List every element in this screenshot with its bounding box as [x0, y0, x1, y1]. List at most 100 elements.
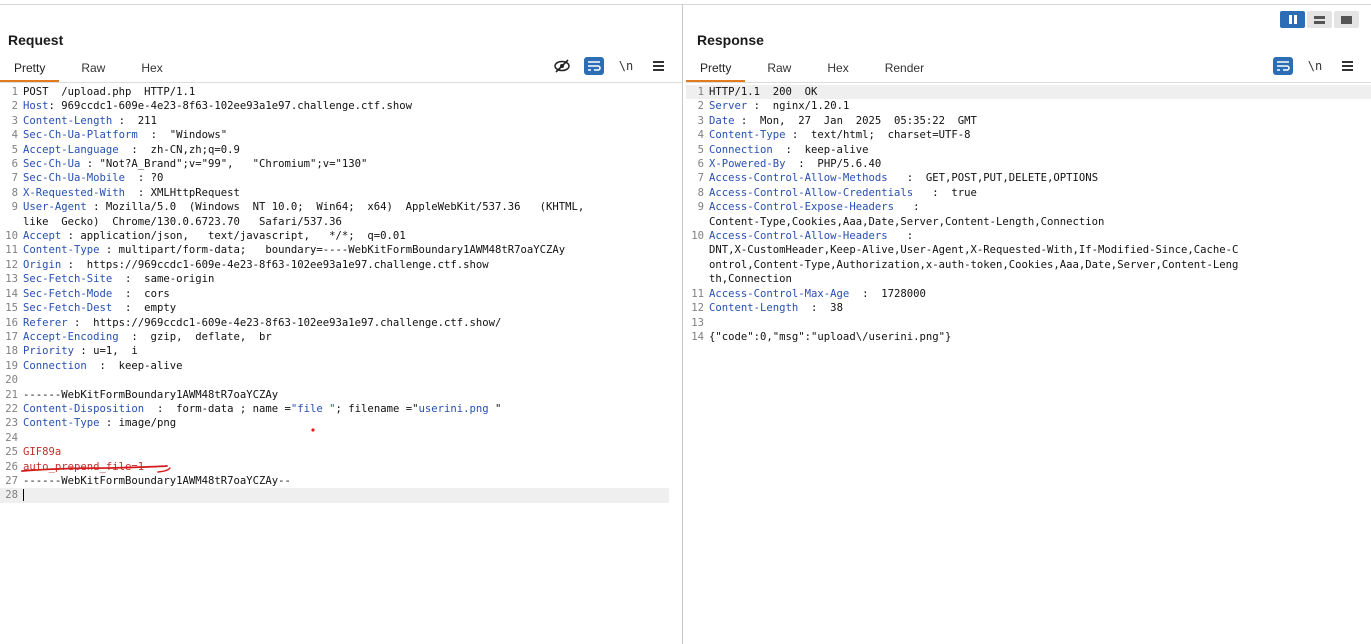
word-wrap-icon[interactable] [584, 57, 604, 75]
code-line: 24 [0, 431, 682, 445]
body-token: GIF89a [23, 446, 62, 459]
line-content: Connection : keep-alive [709, 143, 868, 157]
code-line: 17 Accept-Encoding : gzip, deflate, br [0, 330, 682, 344]
show-newlines-toggle[interactable]: \n [616, 57, 636, 75]
header-name: Accept-Encoding [23, 330, 119, 343]
code-line: 12 Origin : https://969ccdc1-609e-4e23-8f… [0, 258, 682, 272]
line-content: Sec-Fetch-Mode : cors [23, 287, 170, 301]
line-number: 12 [5, 258, 18, 271]
line-content: Accept : application/json, text/javascri… [23, 229, 406, 243]
code-text: : XMLHttpRequest [125, 186, 240, 199]
line-content: GIF89a [23, 445, 61, 459]
code-line: ontrol,Content-Type,Authorization,x-auth… [686, 258, 1371, 272]
line-content: Access-Control-Allow-Credentials : true [709, 186, 977, 200]
code-line: 8 X-Requested-With : XMLHttpRequest [0, 186, 682, 200]
line-number: 10 [691, 230, 704, 243]
line-number [686, 258, 709, 272]
code-text: : application/json, text/javascript, */*… [61, 230, 406, 243]
header-name: Sec-Fetch-Site [23, 273, 113, 286]
code-text: : 211 [112, 114, 157, 127]
line-content: User-Agent : Mozilla/5.0 (Windows NT 10.… [23, 200, 584, 214]
header-name: Access-Control-Allow-Credentials [709, 186, 914, 199]
header-name: Accept [23, 230, 62, 243]
line-number: 6 [11, 158, 18, 171]
code-line: 23 Content-Type : image/png [0, 416, 682, 430]
line-number: 12 [691, 302, 704, 315]
code-text: : "Not?A_Brand";v="99", "Chromium";v="13… [80, 158, 368, 171]
line-content: ------WebKitFormBoundary1AWM48tR7oaYCZAy [23, 388, 278, 402]
line-content: th,Connection [709, 272, 792, 286]
request-tab-hex[interactable]: Hex [127, 57, 176, 82]
header-name: Priority [23, 345, 75, 358]
code-line: 26 auto_prepend_file=1 [0, 460, 682, 474]
line-number: 19 [5, 359, 18, 372]
show-newlines-toggle[interactable]: \n [1305, 57, 1325, 75]
line-content: Sec-Ch-Ua : "Not?A_Brand";v="99", "Chrom… [23, 157, 367, 171]
code-line: 20 [0, 373, 682, 387]
line-number: 5 [11, 143, 18, 156]
line-content: Content-Type,Cookies,Aaa,Date,Server,Con… [709, 215, 1104, 229]
menu-icon[interactable] [1337, 57, 1357, 75]
code-line: 22 Content-Disposition : form-data ; name… [0, 402, 682, 416]
code-line: 6 Sec-Ch-Ua : "Not?A_Brand";v="99", "Chro… [0, 157, 682, 171]
code-text: : gzip, deflate, br [118, 330, 272, 343]
line-number: 15 [5, 302, 18, 315]
line-number: 11 [691, 287, 704, 300]
line-content: Date : Mon, 27 Jan 2025 05:35:22 GMT [709, 114, 977, 128]
line-content: Access-Control-Max-Age : 1728000 [709, 287, 926, 301]
line-number: 16 [5, 316, 18, 329]
code-line: 3 Content-Length : 211 [0, 114, 682, 128]
header-name: X-Powered-By [709, 158, 786, 171]
code-text: : keep-alive [86, 359, 183, 372]
code-text: DNT,X-CustomHeader,Keep-Alive,User-Agent… [709, 244, 1239, 257]
pane-divider[interactable] [682, 4, 683, 644]
hide-nonprinting-eye-slash-icon[interactable] [552, 57, 572, 75]
header-name: Sec-Fetch-Dest [23, 302, 113, 315]
word-wrap-icon[interactable] [1273, 57, 1293, 75]
line-content: Content-Type : multipart/form-data; boun… [23, 243, 565, 257]
response-tab-render[interactable]: Render [871, 57, 938, 82]
line-number [686, 243, 709, 257]
code-line: 12 Content-Length : 38 [686, 301, 1371, 315]
header-name: Access-Control-Expose-Headers [709, 201, 894, 214]
line-number: 2 [11, 100, 18, 113]
code-text: : https://969ccdc1-609e-4e23-8f63-102ee9… [67, 316, 502, 329]
line-number: 14 [691, 330, 704, 343]
code-text: : form-data ; name = [144, 402, 291, 415]
line-number: 3 [697, 114, 704, 127]
line-number: 24 [5, 431, 18, 444]
request-tab-raw[interactable]: Raw [67, 57, 119, 82]
line-content: Accept-Language : zh-CN,zh;q=0.9 [23, 143, 240, 157]
code-line: 14 Sec-Fetch-Mode : cors [0, 287, 682, 301]
header-name: Access-Control-Allow-Headers [709, 230, 888, 243]
line-content: Content-Length : 38 [709, 301, 843, 315]
header-name: Referer [23, 316, 68, 329]
line-number: 28 [5, 489, 18, 502]
line-content: Priority : u=1, i [23, 344, 138, 358]
response-tab-pretty[interactable]: Pretty [686, 57, 746, 82]
code-text: : multipart/form-data; boundary=----WebK… [99, 244, 566, 257]
response-editor[interactable]: 1 HTTP/1.1 200 OK 2 Server : nginx/1.20.1 3 D… [686, 85, 1371, 644]
line-content: Content-Disposition : form-data ; name =… [23, 402, 501, 416]
code-text: : image/png [99, 417, 177, 430]
line-content: {"code":0,"msg":"upload\/userini.png"} [709, 330, 951, 344]
code-line: 25 GIF89a [0, 445, 682, 459]
request-tab-pretty[interactable]: Pretty [0, 57, 60, 82]
line-content: Content-Length : 211 [23, 114, 157, 128]
response-tab-raw[interactable]: Raw [753, 57, 805, 82]
code-line: 2 Host: 969ccdc1-609e-4e23-8f63-102ee93a1… [0, 99, 682, 113]
header-name: Sec-Ch-Ua-Platform [23, 129, 138, 142]
code-line: 28 [0, 488, 669, 503]
code-line: 7 Access-Control-Allow-Methods : GET,POST… [686, 171, 1371, 185]
header-name: Content-Type [23, 244, 100, 257]
code-line: 16 Referer : https://969ccdc1-609e-4e23-8… [0, 316, 682, 330]
menu-icon[interactable] [648, 57, 668, 75]
line-number: 13 [691, 316, 704, 329]
line-content: HTTP/1.1 200 OK [709, 85, 817, 99]
header-name: Sec-Fetch-Mode [23, 287, 113, 300]
line-number: 5 [697, 143, 704, 156]
header-name: Access-Control-Allow-Methods [709, 172, 888, 185]
request-editor[interactable]: 1 POST /upload.php HTTP/1.1 2 Host: 969ccdc… [0, 85, 682, 644]
line-content: DNT,X-CustomHeader,Keep-Alive,User-Agent… [709, 243, 1238, 257]
response-tab-hex[interactable]: Hex [813, 57, 862, 82]
